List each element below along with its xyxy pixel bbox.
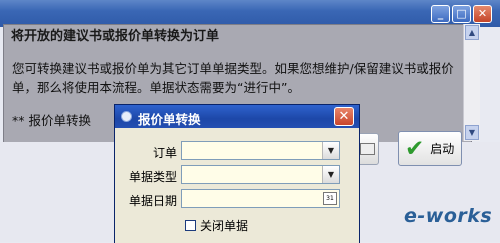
date-field[interactable]: 31 (181, 189, 340, 208)
scroll-down-icon[interactable]: ▼ (465, 125, 479, 140)
order-combo[interactable]: ▼ (181, 141, 340, 160)
description-scrollbar[interactable]: ▲ ▼ (463, 24, 480, 141)
printer-icon (360, 143, 375, 155)
close-doc-checkbox[interactable] (185, 220, 196, 231)
close-doc-option[interactable]: 关闭单据 (185, 217, 248, 234)
date-label: 单据日期 (128, 194, 177, 208)
check-icon: ✔ (405, 135, 425, 162)
quote-conversion-dialog: 报价单转换 ✕ 订单 ▼ 单据类型 ▼ 单据日期 31 关闭单据 (114, 104, 360, 243)
window-controls: _ □ ✕ (431, 5, 492, 23)
description-text: 您可转换建议书或报价单为其它订单单据类型。如果您想维护/保留建议书或报价单，那么… (12, 61, 454, 95)
watermark-logo: e-works (404, 205, 493, 227)
description-footer: ** 报价单转换 (12, 113, 91, 128)
maximize-button[interactable]: □ (452, 5, 471, 23)
page-title: 将开放的建议书或报价单转换为订单 (11, 29, 220, 44)
chevron-down-icon[interactable]: ▼ (322, 166, 339, 183)
order-label: 订单 (152, 146, 177, 160)
chevron-down-icon[interactable]: ▼ (322, 142, 339, 159)
window-close-button[interactable]: ✕ (473, 5, 492, 23)
launch-label: 启动 (430, 142, 455, 156)
scroll-up-icon[interactable]: ▲ (465, 25, 479, 40)
minimize-button[interactable]: _ (431, 5, 450, 23)
calendar-icon[interactable]: 31 (323, 192, 337, 205)
doctype-combo[interactable]: ▼ (181, 165, 340, 184)
dialog-titlebar[interactable]: 报价单转换 ✕ (115, 105, 359, 128)
launch-button[interactable]: ✔ 启动 (398, 131, 462, 166)
dialog-app-icon (121, 111, 132, 122)
dialog-title: 报价单转换 (138, 112, 201, 127)
doctype-label: 单据类型 (128, 170, 177, 184)
close-doc-label: 关闭单据 (200, 219, 249, 233)
window-titlebar: _ □ ✕ (0, 0, 500, 27)
dialog-close-button[interactable]: ✕ (334, 107, 354, 126)
